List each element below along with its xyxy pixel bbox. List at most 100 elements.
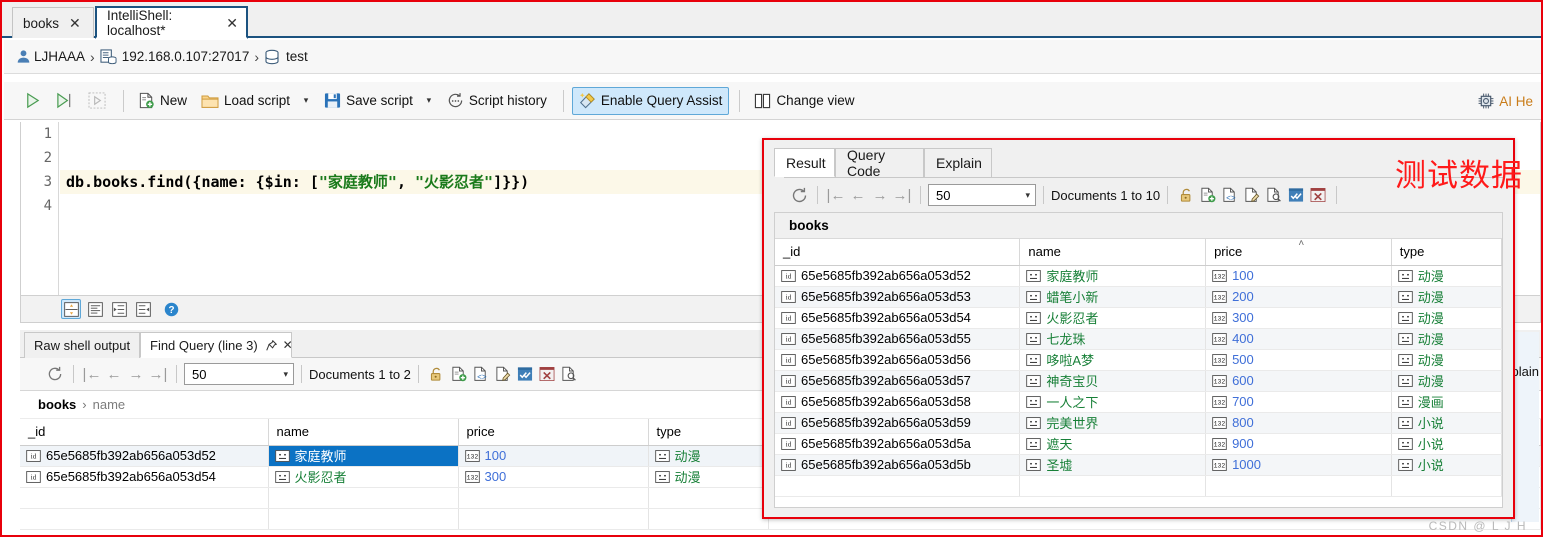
cell-id[interactable]: id 65e5685fb392ab656a053d5b (775, 454, 1021, 476)
cell-type[interactable]: 动漫 (1391, 265, 1502, 287)
refresh-icon[interactable] (788, 184, 810, 206)
cell-id[interactable]: id 65e5685fb392ab656a053d52 (20, 445, 269, 467)
cell-id[interactable]: id 65e5685fb392ab656a053d59 (775, 412, 1021, 434)
cell-type[interactable]: 小说 (1391, 454, 1502, 476)
new-button[interactable]: New (132, 88, 193, 114)
tab-query-code[interactable]: Query Code (835, 147, 924, 179)
cell-id[interactable]: id 65e5685fb392ab656a053d52 (775, 265, 1021, 287)
run-button[interactable] (18, 88, 47, 114)
column-header-type[interactable]: type (648, 419, 769, 446)
change-view-button[interactable]: Change view (748, 88, 860, 114)
discard-changes-icon[interactable] (536, 363, 558, 385)
run-to-end-button[interactable] (49, 88, 80, 114)
cell-price[interactable]: 132 100 (1205, 265, 1392, 287)
indent-left-icon[interactable] (133, 299, 153, 319)
find-document-icon[interactable] (1263, 184, 1285, 206)
cell-id[interactable]: id 65e5685fb392ab656a053d58 (775, 391, 1021, 413)
save-script-button[interactable]: Save script (318, 88, 419, 114)
enable-query-assist-button[interactable]: Enable Query Assist (571, 86, 730, 115)
tab-result[interactable]: Result (774, 148, 835, 177)
cell-type[interactable]: 小说 (1391, 433, 1502, 455)
cell-price[interactable]: 132 300 (1205, 307, 1392, 329)
refresh-icon[interactable] (44, 363, 66, 385)
next-page-icon[interactable]: → (125, 363, 147, 385)
cell-id[interactable]: id 65e5685fb392ab656a053d54 (775, 307, 1021, 329)
previous-page-icon[interactable]: ← (847, 184, 869, 206)
column-header-type[interactable]: type (1391, 239, 1502, 266)
cell-name[interactable]: 家庭教师 (1019, 265, 1207, 287)
cell-id[interactable]: id 65e5685fb392ab656a053d53 (775, 286, 1021, 308)
column-header-name[interactable]: name (1019, 239, 1207, 266)
cell-name[interactable]: 神奇宝贝 (1019, 370, 1207, 392)
lock-icon[interactable] (426, 363, 448, 385)
cell-price[interactable]: 132 400 (1205, 328, 1392, 350)
column-header-price[interactable]: price (458, 419, 649, 446)
next-page-icon[interactable]: → (869, 184, 891, 206)
cell-id[interactable]: id 65e5685fb392ab656a053d57 (775, 370, 1021, 392)
cell-type[interactable]: 小说 (1391, 412, 1502, 434)
cell-price[interactable]: 132 600 (1205, 370, 1392, 392)
edit-document-icon[interactable] (492, 363, 514, 385)
column-header-price[interactable]: price ˄ (1205, 238, 1392, 266)
previous-page-icon[interactable]: ← (103, 363, 125, 385)
format-icon[interactable] (61, 299, 81, 319)
table-row[interactable]: id 65e5685fb392ab656a053d57 神奇宝贝 132 600 动漫 (775, 370, 1502, 392)
insert-document-icon[interactable] (1197, 184, 1219, 206)
cell-name[interactable]: 火影忍者 (1019, 307, 1207, 329)
cell-type[interactable]: 动漫 (1391, 349, 1502, 371)
cell-type[interactable]: 动漫 (648, 466, 769, 488)
cell-name[interactable]: 一人之下 (1019, 391, 1207, 413)
table-row[interactable]: id 65e5685fb392ab656a053d5b 圣墟 132 1000 小说 (775, 454, 1502, 476)
pin-icon[interactable] (265, 339, 277, 351)
close-icon[interactable]: ✕ (283, 338, 293, 352)
cell-type[interactable]: 动漫 (1391, 370, 1502, 392)
cell-price[interactable]: 132 800 (1205, 412, 1392, 434)
apply-changes-icon[interactable] (1285, 184, 1307, 206)
cell-name[interactable]: 蜡笔小新 (1019, 286, 1207, 308)
cell-id[interactable]: id 65e5685fb392ab656a053d56 (775, 349, 1021, 371)
cell-name[interactable]: 七龙珠 (1019, 328, 1207, 350)
load-script-button[interactable]: Load script (195, 88, 296, 114)
column-header-id[interactable]: _id (775, 239, 1021, 266)
tab-find-query[interactable]: Find Query (line 3) ✕ (140, 332, 293, 358)
last-page-icon[interactable]: →| (891, 184, 913, 206)
apply-changes-icon[interactable] (514, 363, 536, 385)
cell-name[interactable]: 圣墟 (1019, 454, 1207, 476)
cell-id[interactable]: id 65e5685fb392ab656a053d54 (20, 466, 269, 488)
cell-price[interactable]: 132 200 (1205, 286, 1392, 308)
cell-name[interactable]: 遮天 (1019, 433, 1207, 455)
cell-name[interactable]: 火影忍者 (268, 466, 459, 488)
tab-intellishell[interactable]: IntelliShell: localhost* ✕ (95, 6, 248, 39)
tab-books[interactable]: books ✕ (12, 7, 94, 38)
breadcrumb-server[interactable]: 192.168.0.107:27017 (122, 49, 250, 64)
cell-id[interactable]: id 65e5685fb392ab656a053d5a (775, 433, 1021, 455)
cell-type[interactable]: 动漫 (1391, 328, 1502, 350)
find-document-icon[interactable] (558, 363, 580, 385)
edit-document-icon[interactable] (1241, 184, 1263, 206)
cell-type[interactable]: 漫画 (1391, 391, 1502, 413)
help-icon[interactable]: ? (161, 299, 181, 319)
table-row[interactable]: id 65e5685fb392ab656a053d59 完美世界 132 800 小说 (775, 412, 1502, 434)
table-row[interactable]: id 65e5685fb392ab656a053d56 哆啦A梦 132 500 动漫 (775, 349, 1502, 371)
cell-type[interactable]: 动漫 (1391, 307, 1502, 329)
cell-price[interactable]: 132 1000 (1205, 454, 1392, 476)
table-row[interactable]: id 65e5685fb392ab656a053d58 一人之下 132 700 漫画 (775, 391, 1502, 413)
cell-name[interactable]: 完美世界 (1019, 412, 1207, 434)
close-icon[interactable]: ✕ (69, 16, 81, 30)
column-header-id[interactable]: _id (20, 419, 269, 446)
view-json-icon[interactable]: <> (470, 363, 492, 385)
first-page-icon[interactable]: |← (825, 184, 847, 206)
page-size-select[interactable]: 50 ▾ (184, 363, 294, 385)
cell-price[interactable]: 132 100 (458, 445, 649, 467)
table-row[interactable]: id 65e5685fb392ab656a053d52 家庭教师 132 100 动漫 (775, 265, 1502, 287)
align-icon[interactable] (85, 299, 105, 319)
cell-price[interactable]: 132 500 (1205, 349, 1392, 371)
save-script-dropdown-icon[interactable]: ▾ (421, 89, 437, 113)
breadcrumb-user[interactable]: LJHAAA (34, 49, 85, 64)
cell-price[interactable]: 132 700 (1205, 391, 1392, 413)
result-breadcrumb-collection[interactable]: books (38, 397, 76, 412)
last-page-icon[interactable]: →| (147, 363, 169, 385)
cell-name[interactable]: 家庭教师 (268, 445, 459, 467)
table-row[interactable]: id 65e5685fb392ab656a053d5a 遮天 132 900 小说 (775, 433, 1502, 455)
tab-explain[interactable]: Explain (924, 148, 992, 177)
